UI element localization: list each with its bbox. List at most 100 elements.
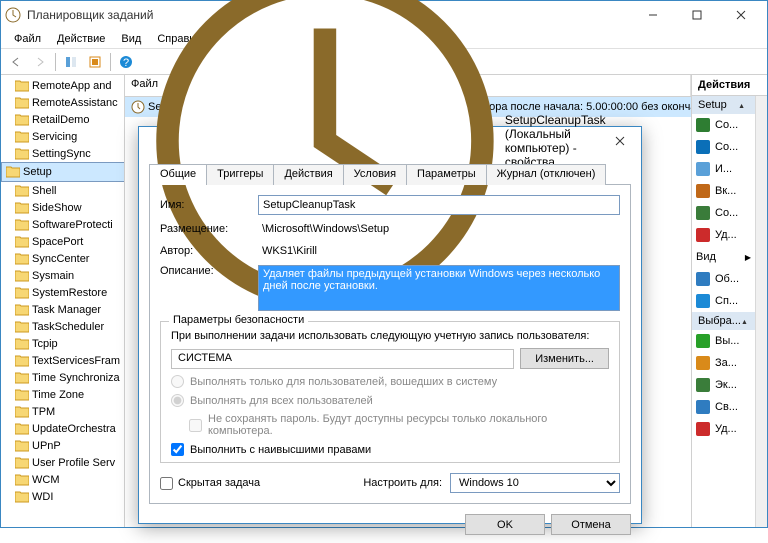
tab-general[interactable]: Общие	[149, 164, 207, 185]
location-value: \Microsoft\Windows\Setup	[258, 221, 620, 237]
tree-item[interactable]: TPM	[1, 403, 124, 420]
action-group[interactable]: Выбра...	[692, 312, 755, 330]
tree-item[interactable]: Setup	[1, 162, 125, 182]
action-item[interactable]: Со...	[692, 202, 755, 224]
radio-logged-on[interactable]: Выполнять только для пользователей, воше…	[171, 375, 609, 388]
tree-item[interactable]: Time Zone	[1, 386, 124, 403]
tree-item[interactable]: SoftwareProtecti	[1, 216, 124, 233]
action-icon	[696, 334, 710, 348]
help-button[interactable]: ?	[115, 51, 137, 73]
folder-icon	[15, 457, 29, 469]
action-item[interactable]: За...	[692, 352, 755, 374]
folder-icon	[6, 166, 20, 178]
tree-item[interactable]: RemoteApp and	[1, 77, 124, 94]
tree-item[interactable]: SpacePort	[1, 233, 124, 250]
tool-button-1[interactable]	[60, 51, 82, 73]
tree-item[interactable]: SideShow	[1, 199, 124, 216]
check-highest-priv[interactable]: Выполнить с наивысшими правами	[171, 443, 609, 456]
actions-scrollbar[interactable]	[755, 96, 767, 527]
author-label: Автор:	[160, 245, 250, 257]
security-group-title: Параметры безопасности	[169, 314, 308, 326]
tree-item[interactable]: Sysmain	[1, 267, 124, 284]
tab-conditions[interactable]: Условия	[343, 164, 407, 185]
tree-item[interactable]: SystemRestore	[1, 284, 124, 301]
cancel-button[interactable]: Отмена	[551, 514, 631, 535]
folder-tree[interactable]: RemoteApp andRemoteAssistancRetailDemoSe…	[1, 75, 125, 527]
tree-item[interactable]: Tcpip	[1, 335, 124, 352]
folder-icon	[15, 131, 29, 143]
tab-history[interactable]: Журнал (отключен)	[486, 164, 607, 185]
folder-icon	[15, 440, 29, 452]
ok-button[interactable]: OK	[465, 514, 545, 535]
close-button[interactable]	[719, 3, 763, 27]
minimize-button[interactable]	[631, 3, 675, 27]
tree-item[interactable]: UpdateOrchestra	[1, 420, 124, 437]
action-item[interactable]: Вы...	[692, 330, 755, 352]
tree-item[interactable]: WDI	[1, 488, 124, 505]
action-icon	[696, 140, 710, 154]
tab-settings[interactable]: Параметры	[406, 164, 487, 185]
back-button[interactable]	[5, 51, 27, 73]
action-item[interactable]: Со...	[692, 114, 755, 136]
tree-item[interactable]: SyncCenter	[1, 250, 124, 267]
tree-item[interactable]: Servicing	[1, 128, 124, 145]
name-field[interactable]	[258, 195, 620, 215]
check-no-password[interactable]: Не сохранять пароль. Будут доступны ресу…	[189, 413, 609, 437]
folder-icon	[15, 185, 29, 197]
tree-item[interactable]: Shell	[1, 182, 124, 199]
action-item[interactable]: Эк...	[692, 374, 755, 396]
tree-item[interactable]: RetailDemo	[1, 111, 124, 128]
action-icon	[696, 422, 710, 436]
action-icon	[696, 272, 710, 286]
tree-item[interactable]: Task Manager	[1, 301, 124, 318]
tree-item[interactable]: SettingSync	[1, 145, 124, 162]
name-label: Имя:	[160, 199, 250, 211]
action-item[interactable]: Св...	[692, 396, 755, 418]
tree-item[interactable]: TaskScheduler	[1, 318, 124, 335]
action-item[interactable]: Сп...	[692, 290, 755, 312]
tool-button-2[interactable]	[84, 51, 106, 73]
folder-icon	[15, 202, 29, 214]
folder-icon	[15, 389, 29, 401]
tab-triggers[interactable]: Триггеры	[206, 164, 274, 185]
action-delete[interactable]: Уд...	[692, 418, 755, 440]
action-view[interactable]: Вид▶	[692, 246, 755, 268]
menu-action[interactable]: Действие	[50, 31, 112, 46]
dialog-close-button[interactable]	[606, 130, 635, 152]
tree-item[interactable]: TextServicesFram	[1, 352, 124, 369]
action-icon	[696, 356, 710, 370]
tree-item[interactable]: User Profile Serv	[1, 454, 124, 471]
tree-item[interactable]: UPnP	[1, 437, 124, 454]
folder-icon	[15, 97, 29, 109]
radio-all-users[interactable]: Выполнять для всех пользователей	[171, 394, 609, 407]
change-user-button[interactable]: Изменить...	[520, 348, 609, 369]
folder-icon	[15, 304, 29, 316]
action-icon	[696, 378, 710, 392]
tree-item[interactable]: Time Synchroniza	[1, 369, 124, 386]
action-item[interactable]: И...	[692, 158, 755, 180]
folder-icon	[15, 372, 29, 384]
configure-select[interactable]: Windows 10	[450, 473, 620, 493]
properties-dialog: SetupCleanupTask (Локальный компьютер) -…	[138, 126, 642, 524]
action-item[interactable]: Вк...	[692, 180, 755, 202]
maximize-button[interactable]	[675, 3, 719, 27]
action-icon	[696, 184, 710, 198]
configure-label: Настроить для:	[363, 477, 442, 489]
action-icon	[696, 206, 710, 220]
check-hidden[interactable]	[160, 477, 173, 490]
folder-icon	[15, 114, 29, 126]
tree-item[interactable]: RemoteAssistanc	[1, 94, 124, 111]
tree-item[interactable]: WCM	[1, 471, 124, 488]
action-icon	[696, 400, 710, 414]
action-item[interactable]: Со...	[692, 136, 755, 158]
menu-file[interactable]: Файл	[7, 31, 48, 46]
clock-icon	[131, 100, 145, 114]
desc-field[interactable]: Удаляет файлы предыдущей установки Windo…	[258, 265, 620, 311]
forward-button[interactable]	[29, 51, 51, 73]
actions-pane: Действия SetupСо...Со...И...Вк...Со...Уд…	[691, 75, 767, 527]
tab-actions[interactable]: Действия	[273, 164, 343, 185]
action-group[interactable]: Setup	[692, 96, 755, 114]
action-delete[interactable]: Уд...	[692, 224, 755, 246]
menu-view[interactable]: Вид	[114, 31, 148, 46]
action-item[interactable]: Об...	[692, 268, 755, 290]
